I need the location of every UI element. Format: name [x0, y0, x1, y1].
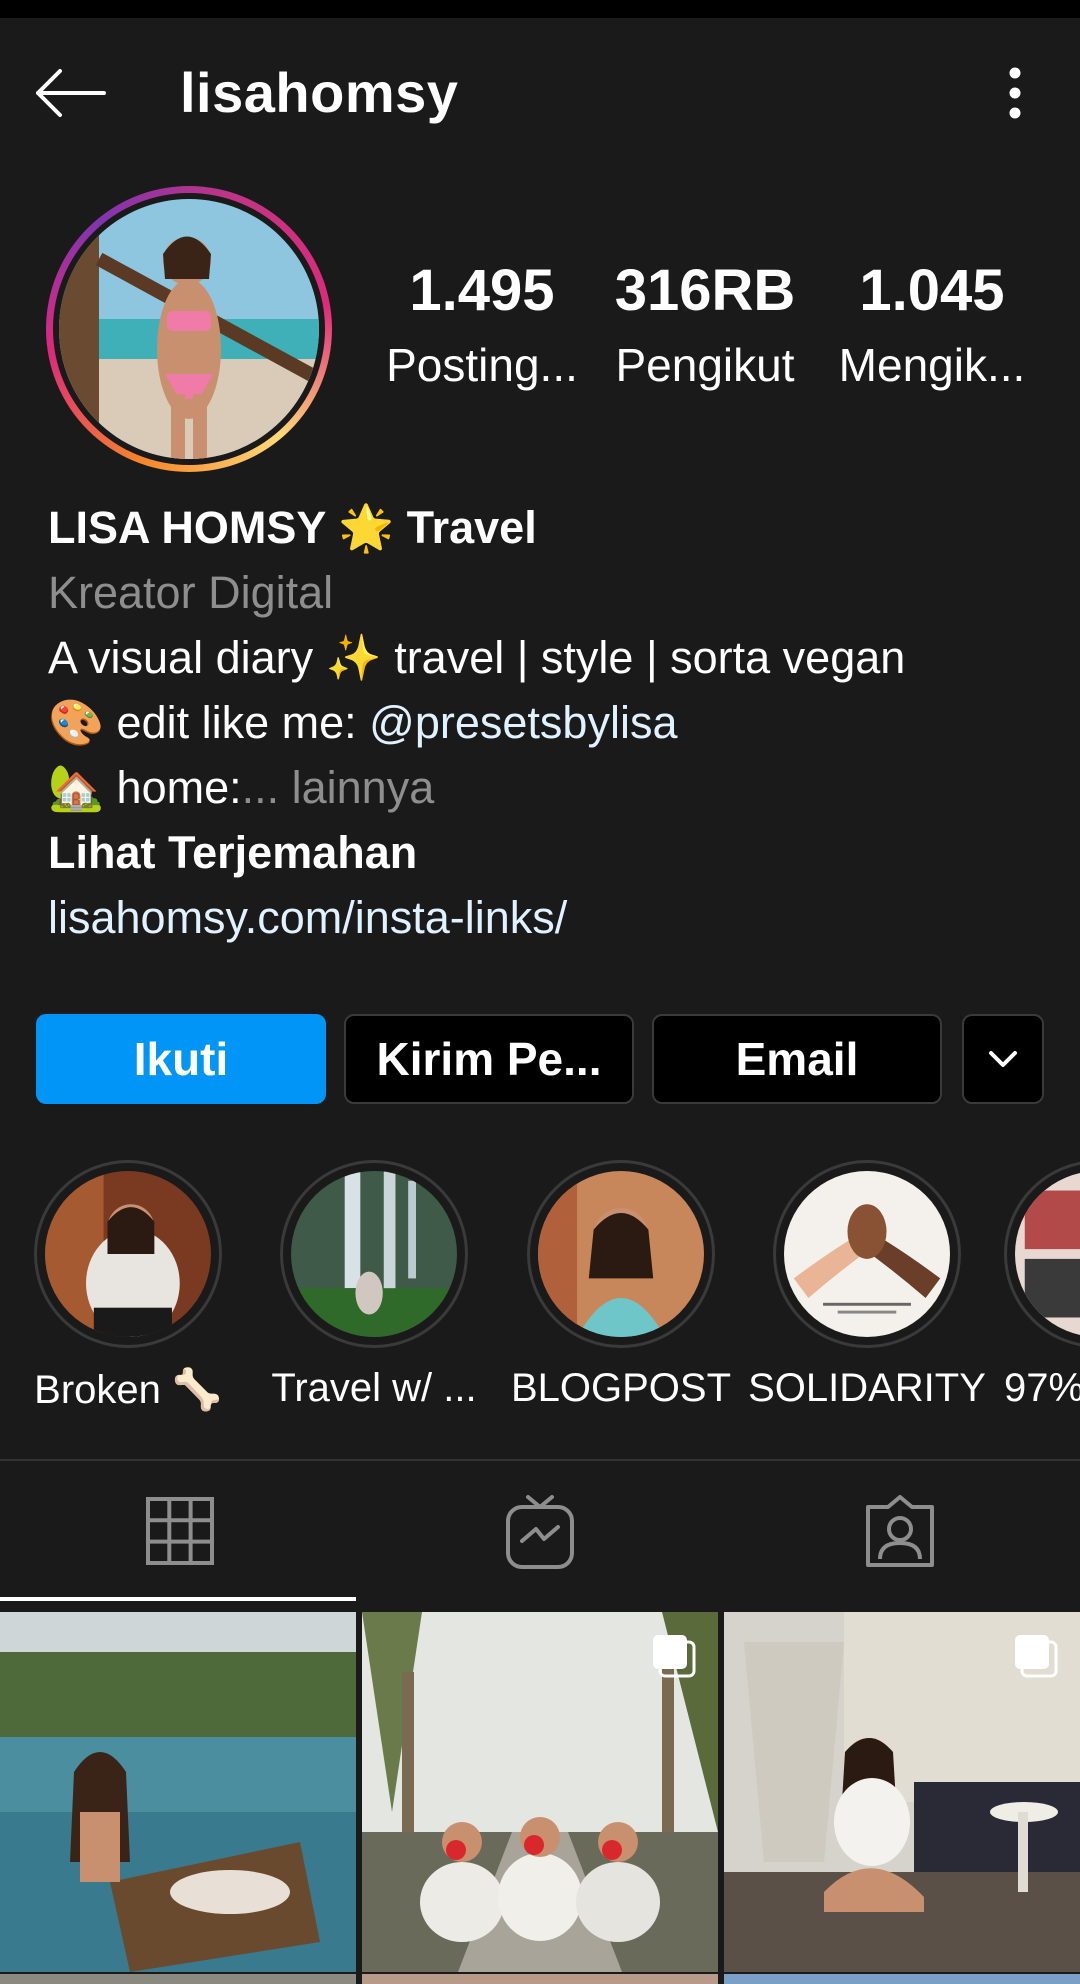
highlight-label: BLOGPOST — [510, 1366, 732, 1410]
house-emoji: 🏡 — [48, 761, 105, 814]
post-thumbnail[interactable] — [0, 1974, 356, 1984]
post-thumbnail[interactable] — [724, 1974, 1080, 1984]
highlight-label: Travel w/ ... — [271, 1366, 477, 1410]
profile-tabs — [0, 1461, 1080, 1601]
highlight-item[interactable]: 97% — [978, 1160, 1080, 1411]
tagged-icon — [866, 1495, 934, 1567]
more-vertical-icon — [1009, 67, 1021, 119]
palette-emoji: 🎨 — [48, 696, 105, 749]
posts-number: 1.495 — [409, 258, 555, 323]
highlight-item[interactable]: Broken 🦴 — [8, 1160, 248, 1413]
post-thumbnail[interactable] — [724, 1612, 1080, 1972]
name-text: LISA HOMSY — [48, 502, 326, 553]
tab-igtv[interactable] — [360, 1461, 720, 1601]
post-image — [0, 1612, 356, 1972]
highlight-item[interactable]: Travel w/ ... — [254, 1160, 494, 1411]
highlight-label: SOLIDARITY — [748, 1366, 986, 1410]
back-arrow-icon — [36, 69, 106, 117]
see-translation-link[interactable]: Lihat Terjemahan — [48, 820, 1048, 885]
email-button[interactable]: Email — [652, 1014, 942, 1104]
more-options-button[interactable] — [980, 58, 1050, 128]
igtv-icon — [506, 1495, 574, 1569]
see-more-link[interactable]: ... lainnya — [242, 762, 435, 813]
chevron-down-icon — [989, 1051, 1017, 1067]
tab-posts-grid[interactable] — [0, 1461, 360, 1601]
grid-icon — [146, 1497, 214, 1565]
carousel-icon — [1015, 1635, 1058, 1678]
active-tab-indicator — [0, 1597, 356, 1601]
followers-label: Pengikut — [615, 339, 795, 391]
star-emoji: 🌟 — [338, 501, 395, 554]
website-link[interactable]: lisahomsy.com/insta-links/ — [48, 885, 1048, 950]
posts-count[interactable]: 1.495 Posting... — [382, 258, 582, 391]
post-thumbnail[interactable] — [362, 1974, 718, 1984]
bio-line-3-text: home: — [116, 762, 242, 813]
sparkles-emoji: ✨ — [325, 631, 382, 684]
top-bar: lisahomsy — [0, 18, 1080, 168]
bio-line-1: A visual diary ✨ travel | style | sorta … — [48, 625, 1048, 690]
profile-avatar[interactable] — [46, 186, 332, 472]
profile-actions: Ikuti Kirim Pe... Email — [36, 1014, 1044, 1104]
post-thumbnail[interactable] — [362, 1612, 718, 1972]
page-title: lisahomsy — [180, 61, 459, 124]
highlight-cover-image — [45, 1171, 211, 1337]
carousel-icon — [653, 1635, 696, 1678]
account-category: Kreator Digital — [48, 567, 334, 618]
posts-grid — [0, 1612, 1080, 1984]
bio-line-1-prefix: A visual diary — [48, 632, 314, 683]
following-number: 1.045 — [859, 258, 1005, 323]
message-button[interactable]: Kirim Pe... — [344, 1014, 634, 1104]
back-button[interactable] — [30, 58, 110, 128]
bio-line-3: 🏡 home:... lainnya — [48, 755, 1048, 820]
following-label: Mengik... — [838, 339, 1026, 391]
follow-button[interactable]: Ikuti — [36, 1014, 326, 1104]
tab-tagged[interactable] — [720, 1461, 1080, 1601]
display-name: LISA HOMSY 🌟 Travel — [48, 495, 1048, 560]
highlight-cover-image — [538, 1171, 704, 1337]
profile-bio: LISA HOMSY 🌟 Travel Kreator Digital A vi… — [48, 495, 1048, 950]
highlight-cover-image — [784, 1171, 950, 1337]
highlight-label: 97% — [1004, 1366, 1080, 1410]
bio-line-2: 🎨 edit like me: @presetsbylisa — [48, 690, 1048, 755]
status-bar — [0, 0, 1080, 18]
following-count[interactable]: 1.045 Mengik... — [832, 258, 1032, 391]
followers-count[interactable]: 316RB Pengikut — [605, 258, 805, 391]
story-highlights: Broken 🦴 Travel w/ ... BLOGPOST SOLIDARI… — [0, 1160, 1080, 1420]
highlight-cover-image — [1015, 1171, 1080, 1337]
posts-label: Posting... — [386, 339, 578, 391]
highlight-item[interactable]: BLOGPOST — [501, 1160, 741, 1411]
mention-link[interactable]: @presetsbylisa — [369, 697, 677, 748]
highlight-item[interactable]: SOLIDARITY — [747, 1160, 987, 1411]
bio-line-2-text: edit like me: — [116, 697, 357, 748]
followers-number: 316RB — [614, 258, 796, 323]
bio-line-1-suffix: travel | style | sorta vegan — [394, 632, 906, 683]
post-thumbnail[interactable] — [0, 1612, 356, 1972]
name-suffix: Travel — [406, 502, 537, 553]
highlight-label: Broken 🦴 — [34, 1368, 222, 1412]
avatar-image — [59, 199, 319, 459]
highlight-cover-image — [291, 1171, 457, 1337]
suggested-accounts-button[interactable] — [962, 1014, 1044, 1104]
